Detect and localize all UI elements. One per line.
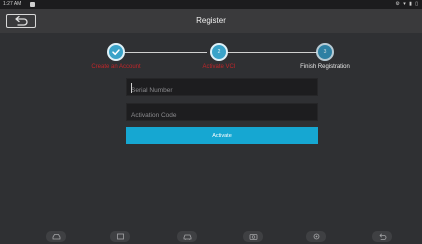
page-title: Register: [196, 16, 226, 25]
camera-icon: [249, 234, 257, 240]
car-icon: [183, 234, 191, 240]
notification-icon: [30, 2, 35, 7]
activation-code-input[interactable]: [127, 107, 317, 124]
bottom-nav-bar: [0, 228, 422, 244]
check-icon: [112, 49, 120, 56]
nav-camera-button[interactable]: [243, 231, 263, 242]
step-3-indicator: 3: [316, 43, 334, 61]
nav-home-button[interactable]: [110, 231, 130, 242]
step-2-indicator: 2: [210, 43, 228, 61]
nav-car-button[interactable]: [177, 231, 197, 242]
home-icon: [116, 233, 124, 240]
status-bar: 1:27 AM ⚙ ▾ ▮ ▯: [0, 0, 422, 9]
step-connector: [227, 52, 317, 53]
activate-button[interactable]: Activate: [126, 127, 318, 144]
activation-code-field[interactable]: [126, 103, 318, 124]
back-icon: [379, 233, 386, 240]
nav-settings-button[interactable]: [306, 231, 326, 242]
vehicle-icon: [52, 234, 60, 240]
step-1-label: Create an Account: [91, 64, 141, 70]
system-status-icons: ⚙ ▾ ▮ ▯: [395, 1, 419, 7]
registration-stepper: Create an Account 2 Activate VCI 3 Finis…: [0, 40, 422, 80]
step-2-number: 2: [217, 49, 221, 55]
serial-number-input[interactable]: [127, 82, 317, 99]
step-2-label: Activate VCI: [202, 64, 236, 70]
header-bar: Register: [0, 9, 422, 33]
step-connector: [125, 52, 207, 53]
nav-back-button[interactable]: [372, 231, 392, 242]
serial-number-field[interactable]: [126, 78, 318, 99]
step-1-indicator: [107, 43, 125, 61]
step-3-number: 3: [323, 49, 327, 55]
status-time: 1:27 AM: [3, 1, 22, 7]
step-3-label: Finish Registration: [300, 64, 350, 70]
text-cursor: [131, 83, 132, 93]
settings-icon: [313, 233, 319, 240]
nav-vehicle-button[interactable]: [46, 231, 66, 242]
